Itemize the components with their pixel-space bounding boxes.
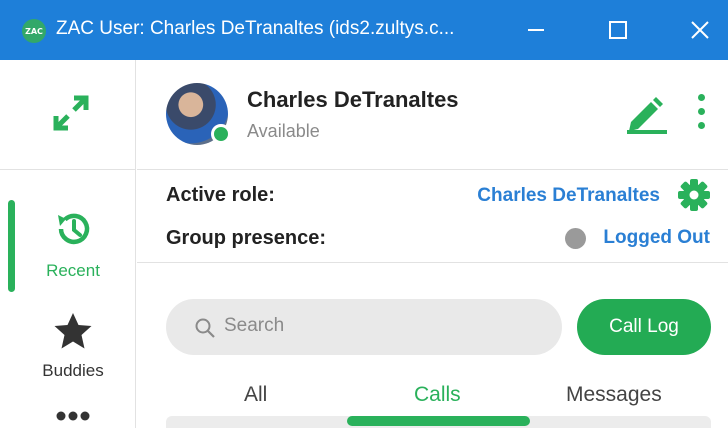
maximize-icon bbox=[609, 21, 627, 39]
tab-active-indicator bbox=[347, 416, 530, 426]
rail-active-indicator bbox=[8, 200, 15, 292]
app-logo-icon: ZAC bbox=[22, 19, 46, 43]
kebab-dot bbox=[697, 94, 705, 101]
minimize-button[interactable] bbox=[506, 0, 566, 60]
rail-item-label: Recent bbox=[46, 261, 100, 280]
profile-name: Charles DeTranaltes bbox=[247, 87, 459, 112]
more-apps-button[interactable] bbox=[18, 408, 128, 428]
gear-icon bbox=[678, 179, 710, 211]
active-role-label: Active role: bbox=[166, 184, 275, 206]
left-rail: Recent Buddies bbox=[0, 60, 136, 428]
presence-indicator bbox=[211, 124, 231, 144]
rail-header bbox=[0, 60, 136, 170]
apps-grid-icon bbox=[56, 411, 90, 421]
minimize-icon bbox=[528, 29, 544, 31]
role-settings-button[interactable] bbox=[677, 178, 711, 217]
search-field[interactable]: Search bbox=[166, 299, 562, 355]
search-icon bbox=[195, 318, 215, 338]
tab-messages[interactable]: Messages bbox=[566, 383, 662, 407]
profile-status: Available bbox=[247, 121, 320, 141]
kebab-dot bbox=[697, 122, 705, 129]
call-log-button[interactable]: Call Log bbox=[577, 299, 711, 355]
roles-section: Active role: Charles DeTranaltes Group p… bbox=[137, 171, 728, 263]
maximize-button[interactable] bbox=[588, 0, 648, 60]
rail-item-label: Buddies bbox=[42, 361, 104, 380]
group-presence-dot bbox=[565, 228, 586, 249]
rail-item-recent[interactable]: Recent bbox=[18, 208, 128, 281]
profile-header: Charles DeTranaltes Available bbox=[137, 60, 728, 170]
rail-item-buddies[interactable]: Buddies bbox=[18, 312, 128, 381]
tab-all[interactable]: All bbox=[244, 383, 267, 407]
close-icon bbox=[691, 21, 709, 39]
more-options-button[interactable] bbox=[695, 94, 707, 134]
history-icon bbox=[58, 213, 90, 245]
group-presence-label: Group presence: bbox=[166, 227, 327, 249]
star-icon bbox=[54, 313, 92, 349]
active-role-link[interactable]: Charles DeTranaltes bbox=[477, 185, 660, 207]
title-bar: ZAC ZAC User: Charles DeTranaltes (ids2.… bbox=[0, 0, 728, 60]
kebab-dot bbox=[697, 108, 705, 115]
close-button[interactable] bbox=[670, 0, 728, 60]
pencil-icon bbox=[627, 97, 667, 134]
search-input[interactable]: Search bbox=[224, 315, 284, 337]
window-title: ZAC User: Charles DeTranaltes (ids2.zult… bbox=[56, 18, 455, 39]
expand-button[interactable] bbox=[52, 94, 90, 137]
tab-calls[interactable]: Calls bbox=[414, 383, 461, 407]
group-presence-link[interactable]: Logged Out bbox=[603, 227, 710, 249]
edit-button[interactable] bbox=[625, 96, 669, 139]
expand-icon bbox=[53, 95, 89, 131]
